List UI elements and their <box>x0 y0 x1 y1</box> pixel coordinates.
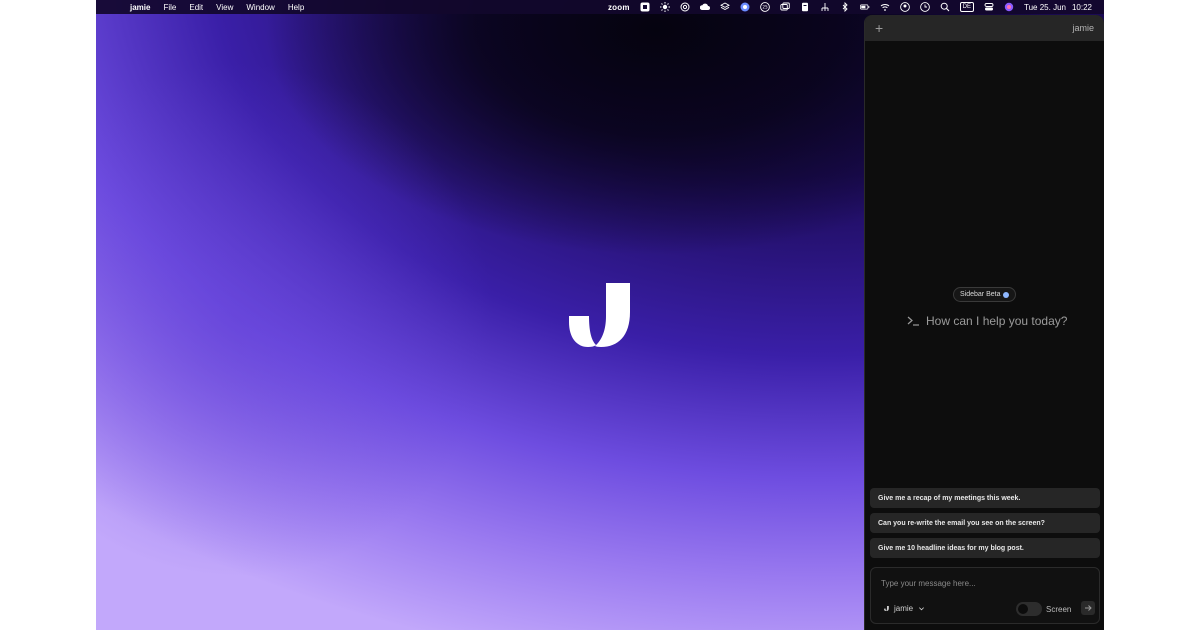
bluetooth-icon[interactable] <box>840 2 850 12</box>
layers-icon[interactable] <box>719 2 730 12</box>
toggle-knob <box>1018 604 1028 614</box>
wifi-icon[interactable] <box>880 2 890 12</box>
cloud-app-icon[interactable] <box>699 2 710 12</box>
terminal-prompt-icon <box>907 316 919 326</box>
battery-icon[interactable] <box>859 2 870 12</box>
menu-bar: jamie File Edit View Window Help zoom 25 <box>96 0 1104 14</box>
sidebar-beta-badge: Sidebar Beta <box>953 287 1017 302</box>
screen-toggle[interactable] <box>1016 602 1042 616</box>
menu-window[interactable]: Window <box>246 3 274 12</box>
app-tile-icon[interactable] <box>640 2 650 12</box>
jamie-mini-logo-icon <box>884 606 889 611</box>
clock-icon[interactable] <box>919 2 930 12</box>
menu-view[interactable]: View <box>216 3 233 12</box>
welcome-prompt-text: How can I help you today? <box>926 314 1068 328</box>
arrow-right-icon <box>1085 605 1092 611</box>
sidebar-brand: jamie <box>1072 23 1094 33</box>
control-center-icon[interactable] <box>984 2 994 12</box>
menu-bar-date: Tue 25. Jun <box>1024 2 1066 12</box>
beta-badge-label: Sidebar Beta <box>960 291 1001 298</box>
sun-icon[interactable] <box>659 2 670 12</box>
browser-app-icon[interactable] <box>740 2 750 12</box>
spotlight-search-icon[interactable] <box>940 2 950 12</box>
network-icon[interactable] <box>820 2 830 12</box>
sidebar-header: + jamie <box>865 15 1104 41</box>
keyboard-layout-indicator[interactable]: DE <box>959 2 975 12</box>
menu-edit[interactable]: Edit <box>189 3 203 12</box>
send-button[interactable] <box>1081 601 1095 615</box>
jamie-sidebar: + jamie Sidebar Beta How can I help you … <box>864 15 1104 630</box>
calendar-badge-text: 25 <box>762 5 768 10</box>
app-menu[interactable]: jamie <box>130 3 150 12</box>
agent-selector-label: jamie <box>894 604 914 613</box>
calendar-badge-icon[interactable]: 25 <box>759 2 770 12</box>
menu-bar-extras: zoom 25 DE Tue 25. Jun 10:22 <box>608 2 1104 12</box>
new-chat-button[interactable]: + <box>875 21 883 35</box>
suggestion-chip[interactable]: Give me 10 headline ideas for my blog po… <box>870 538 1100 558</box>
welcome-prompt: How can I help you today? <box>907 314 1067 328</box>
agent-selector[interactable]: jamie <box>884 604 925 613</box>
menu-bar-time: 10:22 <box>1071 2 1092 12</box>
jamie-logo <box>569 283 630 347</box>
zoom-status-item[interactable]: zoom <box>608 3 630 12</box>
screen-toggle-group: Screen <box>1016 602 1071 616</box>
message-composer: jamie Screen <box>870 567 1100 624</box>
suggestion-list: Give me a recap of my meetings this week… <box>870 488 1100 558</box>
siri-icon[interactable] <box>1004 2 1014 12</box>
suggestion-chip[interactable]: Give me a recap of my meetings this week… <box>870 488 1100 508</box>
wallpaper-glow <box>96 60 496 580</box>
document-icon[interactable] <box>800 2 810 12</box>
menu-bar-left: jamie File Edit View Window Help <box>96 3 304 12</box>
menu-bar-clock[interactable]: Tue 25. Jun 10:22 <box>1024 3 1092 12</box>
screen-toggle-label: Screen <box>1046 604 1072 614</box>
windows-icon[interactable] <box>780 2 790 12</box>
beta-emoji-icon <box>1003 291 1010 298</box>
menu-help[interactable]: Help <box>288 3 304 12</box>
user-icon[interactable] <box>899 2 910 12</box>
chevron-down-icon <box>919 607 925 611</box>
at-sign-icon[interactable] <box>680 2 690 12</box>
suggestion-chip[interactable]: Can you re-write the email you see on th… <box>870 513 1100 533</box>
message-input[interactable] <box>881 576 1081 590</box>
menu-file[interactable]: File <box>163 3 176 12</box>
